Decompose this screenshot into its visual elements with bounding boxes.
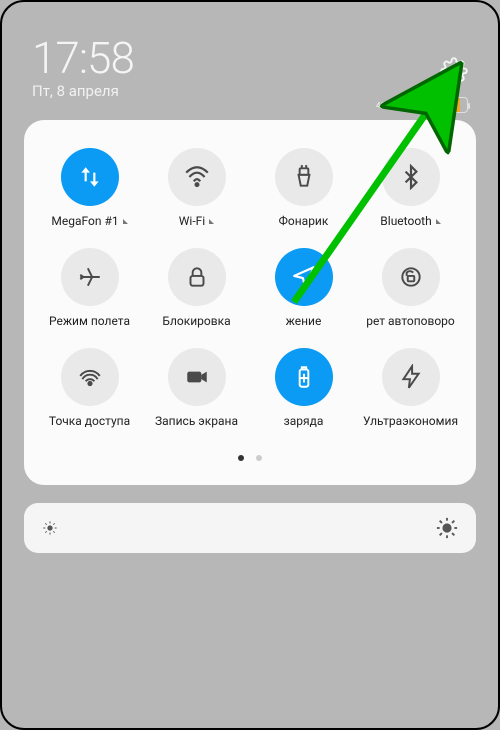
toggle-label: Bluetooth — [380, 214, 440, 228]
toggle-mobile-data[interactable]: MegaFon #1 — [36, 148, 143, 228]
toggle-label: Точка доступа — [49, 414, 130, 428]
page-dot-0[interactable] — [238, 455, 244, 461]
updown-icon[interactable] — [61, 148, 119, 206]
plane-icon[interactable] — [61, 248, 119, 306]
toggle-label: жение — [286, 314, 322, 328]
toggle-hotspot[interactable]: Точка доступа — [36, 348, 143, 428]
toggle-lock[interactable]: Блокировка — [143, 248, 250, 328]
page-indicator[interactable] — [36, 446, 464, 465]
toggle-ultra-saver[interactable]: Ультраэкономия — [357, 348, 464, 428]
toggle-wifi[interactable]: Wi-Fi — [143, 148, 250, 228]
toggle-label: MegaFon #1 — [51, 214, 127, 228]
toggle-label: Ультраэкономия — [363, 414, 458, 428]
brightness-low-icon — [42, 520, 58, 536]
batt-icon[interactable] — [275, 348, 333, 406]
gear-icon[interactable] — [440, 57, 468, 85]
bt-icon[interactable] — [382, 148, 440, 206]
toggle-flashlight[interactable]: Фонарик — [250, 148, 357, 228]
brightness-high-icon — [436, 517, 458, 539]
toggle-rotation-lock[interactable]: рет автоповоро — [357, 248, 464, 328]
chevron-down-icon[interactable] — [436, 219, 441, 224]
toggle-label: рет автоповоро — [366, 314, 455, 328]
toggle-label: Режим полета — [49, 314, 130, 328]
toggle-bluetooth[interactable]: Bluetooth — [357, 148, 464, 228]
toggle-location[interactable]: жение — [250, 248, 357, 328]
bolt-icon[interactable] — [382, 348, 440, 406]
battery-icon: 79 — [434, 97, 468, 113]
record-icon[interactable] — [168, 348, 226, 406]
brightness-slider[interactable] — [24, 503, 476, 553]
lock-icon[interactable] — [168, 248, 226, 306]
toggle-screen-record[interactable]: Запись экрана — [143, 348, 250, 428]
clock: 17:58 — [32, 32, 468, 84]
nav-icon[interactable] — [275, 248, 333, 306]
chevron-down-icon[interactable] — [209, 219, 214, 224]
quick-settings-panel: MegaFon #1 Wi-Fi Фонарик Bluetooth Режим пол… — [24, 120, 476, 485]
toggle-label: заряда — [284, 414, 324, 428]
hotspot-icon[interactable] — [61, 348, 119, 406]
toggle-label: Блокировка — [162, 314, 230, 328]
page-dot-1[interactable] — [256, 455, 262, 461]
rotate-icon[interactable] — [382, 248, 440, 306]
toggle-battery-saver[interactable]: заряда — [250, 348, 357, 428]
flash-icon[interactable] — [275, 148, 333, 206]
toggle-label: Запись экрана — [155, 414, 238, 428]
toggle-airplane[interactable]: Режим полета — [36, 248, 143, 328]
network-type-label: 4G — [376, 101, 386, 110]
toggle-label: Wi-Fi — [179, 214, 214, 228]
wifi-icon[interactable] — [168, 148, 226, 206]
wifi-status-icon — [412, 99, 428, 111]
signal-icon — [392, 99, 406, 111]
chevron-down-icon[interactable] — [123, 219, 128, 224]
battery-percent: 79 — [435, 98, 460, 112]
toggle-label: Фонарик — [279, 214, 329, 228]
